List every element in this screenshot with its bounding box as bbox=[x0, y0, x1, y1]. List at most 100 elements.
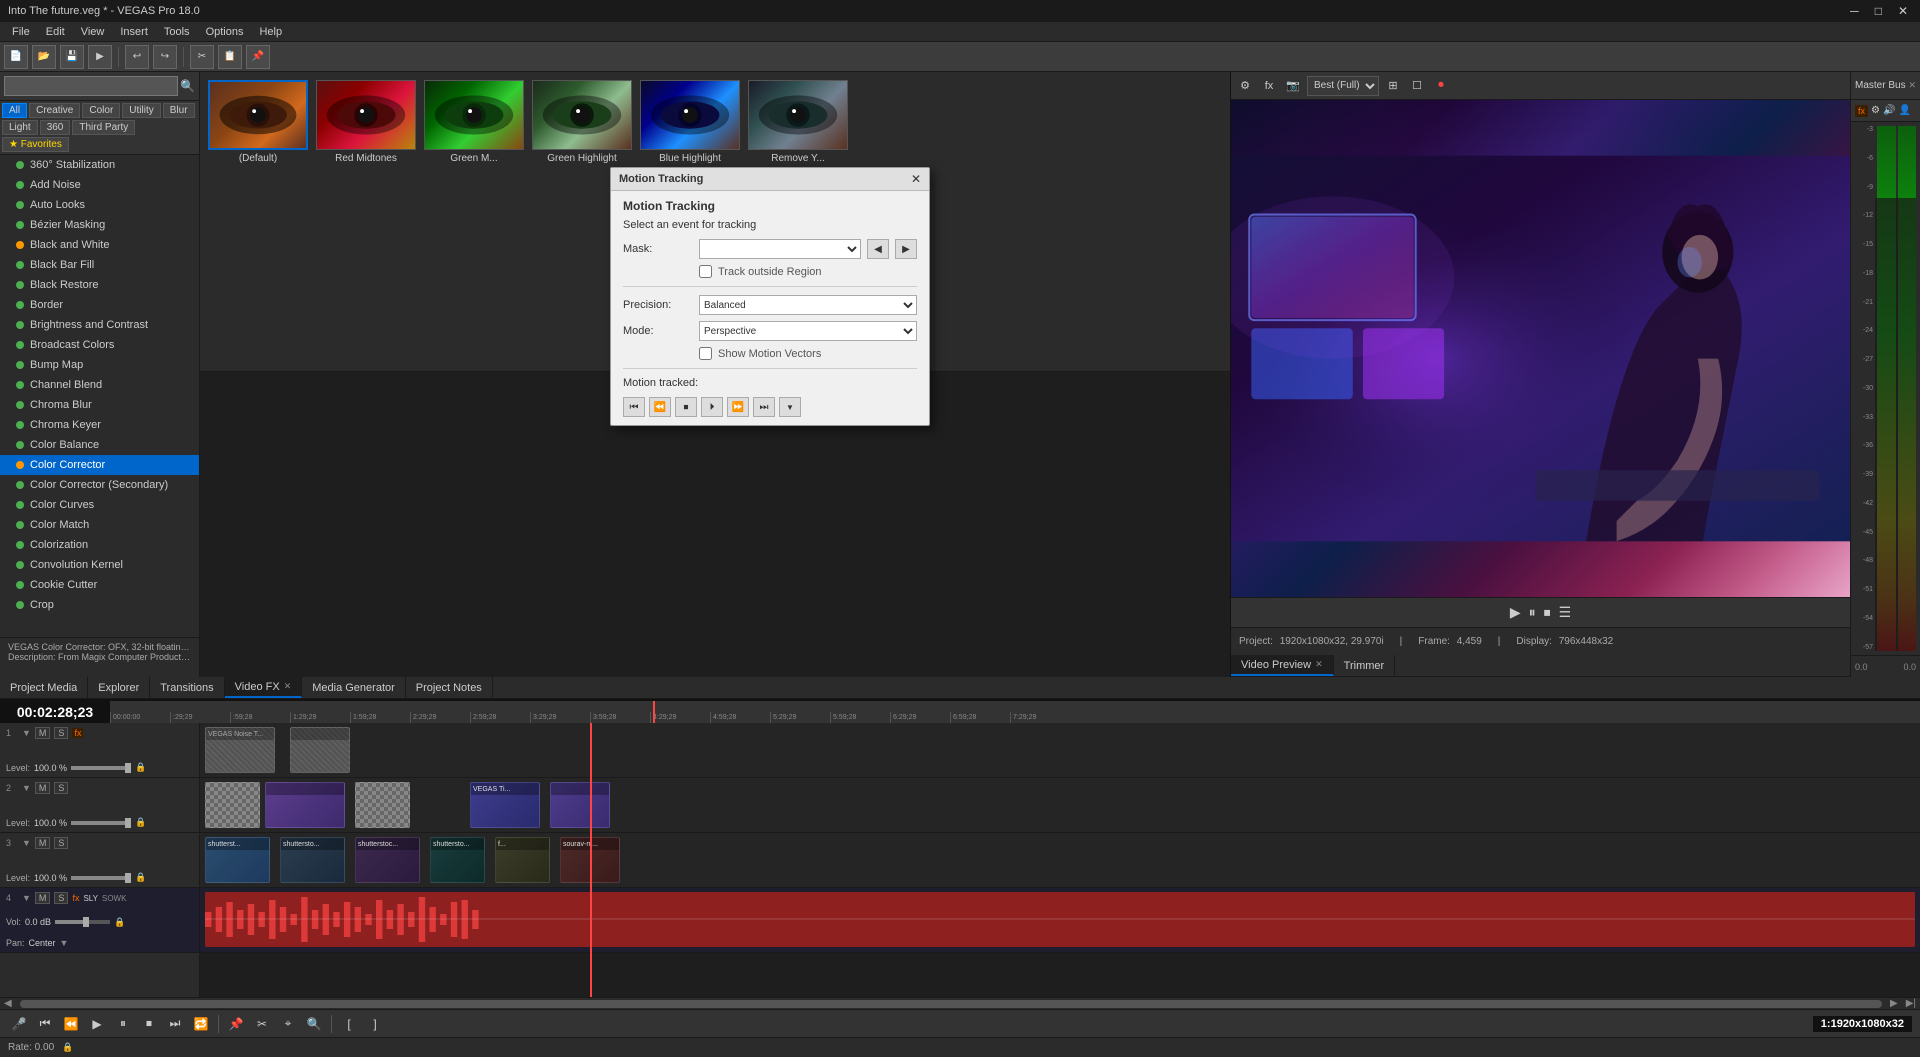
thumbnail-green-highlight[interactable]: Green Highlight bbox=[532, 80, 632, 164]
track3-expand-icon[interactable]: ▼ bbox=[22, 838, 31, 848]
filter-utility[interactable]: Utility bbox=[122, 103, 160, 118]
preview-quality-select[interactable]: Best (Full) Draft Preview bbox=[1307, 76, 1379, 96]
scroll-end-btn[interactable]: ▶| bbox=[1902, 998, 1920, 1009]
search-icon[interactable]: 🔍 bbox=[180, 79, 195, 93]
mt-mask-btn1[interactable]: ◀ bbox=[867, 239, 889, 259]
mt-track-outside-checkbox[interactable] bbox=[699, 265, 712, 278]
preview-tab-close[interactable]: ✕ bbox=[1315, 659, 1323, 670]
audio-mute-btn[interactable]: M bbox=[35, 892, 51, 904]
mt-close-btn[interactable]: ✕ bbox=[911, 172, 921, 186]
minimize-btn[interactable]: ─ bbox=[1846, 4, 1863, 18]
copy-btn[interactable]: 📋 bbox=[218, 45, 242, 69]
noise-clip2[interactable] bbox=[290, 727, 350, 773]
preview-settings-btn[interactable]: ⚙ bbox=[1235, 76, 1255, 96]
master-fx-btn[interactable]: fx bbox=[1855, 105, 1868, 117]
undo-btn[interactable]: ↩ bbox=[125, 45, 149, 69]
filter-light[interactable]: Light bbox=[2, 120, 38, 135]
checker-clip2[interactable] bbox=[355, 782, 410, 828]
bt-rewind-btn[interactable]: ⏪ bbox=[60, 1013, 82, 1035]
bt-pause-btn[interactable]: ⏸ bbox=[112, 1013, 134, 1035]
timeline-scrollbar[interactable]: ◀ ▶ ▶| bbox=[0, 997, 1920, 1009]
effect-item[interactable]: Border bbox=[0, 295, 199, 315]
effect-item[interactable]: Cookie Cutter bbox=[0, 575, 199, 595]
mt-end-btn[interactable]: ⏭ bbox=[753, 397, 775, 417]
timeline-ruler[interactable]: 00:00:00 :29;29 :59;28 1:29;29 1:59;28 2… bbox=[110, 701, 1920, 723]
filter-third-party[interactable]: Third Party bbox=[72, 120, 135, 135]
tab-trimmer[interactable]: Trimmer bbox=[1334, 655, 1396, 676]
video-clip-e[interactable]: f... bbox=[495, 837, 550, 883]
effect-brightness-contrast[interactable]: Brightness and Contrast bbox=[0, 315, 199, 335]
track2-lock-icon[interactable]: 🔒 bbox=[135, 817, 146, 828]
track1-slider[interactable] bbox=[71, 766, 131, 770]
filter-360[interactable]: 360 bbox=[40, 120, 71, 135]
track2-expand-icon[interactable]: ▼ bbox=[22, 783, 31, 793]
thumbnail-default[interactable]: (Default) bbox=[208, 80, 308, 164]
mt-prev-btn[interactable]: ⏹ bbox=[675, 397, 697, 417]
tab-transitions[interactable]: Transitions bbox=[150, 677, 224, 698]
mt-mask-btn2[interactable]: ▶ bbox=[895, 239, 917, 259]
effect-color-match[interactable]: Color Match bbox=[0, 515, 199, 535]
track3-lock-icon[interactable]: 🔒 bbox=[135, 872, 146, 883]
track2-solo-btn[interactable]: S bbox=[54, 782, 68, 794]
mt-precision-select[interactable]: Low Balanced High bbox=[699, 295, 917, 315]
track3-slider[interactable] bbox=[71, 876, 131, 880]
bt-envelope-btn[interactable]: ⌖ bbox=[277, 1013, 299, 1035]
audio-clip[interactable] bbox=[205, 892, 1915, 947]
new-btn[interactable]: 📄 bbox=[4, 45, 28, 69]
stop-btn[interactable]: ⏹ bbox=[1544, 604, 1551, 621]
video-fx-tab-close[interactable]: ✕ bbox=[284, 681, 292, 692]
video-clip2[interactable]: VEGAS Ti... bbox=[470, 782, 540, 828]
tab-video-fx[interactable]: Video FX ✕ bbox=[225, 677, 303, 698]
thumbnail-green[interactable]: Green M... bbox=[424, 80, 524, 164]
redo-btn[interactable]: ↪ bbox=[153, 45, 177, 69]
track2-slider[interactable] bbox=[71, 821, 131, 825]
track2-mute-btn[interactable]: M bbox=[35, 782, 51, 794]
mt-next-btn[interactable]: ⏩ bbox=[727, 397, 749, 417]
vol-lock-icon[interactable]: 🔒 bbox=[114, 917, 125, 928]
menu-edit[interactable]: Edit bbox=[38, 22, 73, 41]
preview-fx-btn[interactable]: fx bbox=[1259, 76, 1279, 96]
bt-next-frame-btn[interactable]: ⏭ bbox=[164, 1013, 186, 1035]
scroll-left-btn[interactable]: ◀ bbox=[0, 998, 16, 1009]
menu-tools[interactable]: Tools bbox=[156, 22, 198, 41]
bt-play-btn[interactable]: ▶ bbox=[86, 1013, 108, 1035]
close-btn[interactable]: ✕ bbox=[1894, 4, 1912, 18]
menu-file[interactable]: File bbox=[4, 22, 38, 41]
vol-slider[interactable] bbox=[55, 920, 110, 924]
effect-broadcast-colors[interactable]: Broadcast Colors bbox=[0, 335, 199, 355]
open-btn[interactable]: 📂 bbox=[32, 45, 56, 69]
mt-mask-select[interactable] bbox=[699, 239, 861, 259]
effect-item[interactable]: Color Balance bbox=[0, 435, 199, 455]
bt-mark-out-btn[interactable]: ] bbox=[364, 1013, 386, 1035]
audio-expand-icon[interactable]: ▼ bbox=[22, 893, 31, 903]
mt-play-btn[interactable]: ⏮ bbox=[623, 397, 645, 417]
mt-show-vectors-checkbox[interactable] bbox=[699, 347, 712, 360]
bt-loop-btn[interactable]: 🔁 bbox=[190, 1013, 212, 1035]
bt-mark-in-btn[interactable]: [ bbox=[338, 1013, 360, 1035]
bt-edit-btn[interactable]: ✂ bbox=[251, 1013, 273, 1035]
thumbnail-blue-highlight[interactable]: Blue Highlight bbox=[640, 80, 740, 164]
effect-item[interactable]: Colorization bbox=[0, 535, 199, 555]
audio-solo-btn[interactable]: S bbox=[54, 892, 68, 904]
video-clip-a[interactable]: shutterst... bbox=[205, 837, 270, 883]
thumbnail-red-midtones[interactable]: Red Midtones bbox=[316, 80, 416, 164]
menu-options[interactable]: Options bbox=[198, 22, 252, 41]
effect-item[interactable]: Bump Map bbox=[0, 355, 199, 375]
track1-mute-btn[interactable]: M bbox=[35, 727, 51, 739]
track3-mute-btn[interactable]: M bbox=[35, 837, 51, 849]
menu-view[interactable]: View bbox=[73, 22, 113, 41]
tab-project-media[interactable]: Project Media bbox=[0, 677, 88, 698]
effect-item[interactable]: 360° Stabilization bbox=[0, 155, 199, 175]
tab-explorer[interactable]: Explorer bbox=[88, 677, 150, 698]
play-btn[interactable]: ▶ bbox=[1510, 604, 1521, 621]
cut-btn[interactable]: ✂ bbox=[190, 45, 214, 69]
effect-item[interactable]: Add Noise bbox=[0, 175, 199, 195]
filter-favorites[interactable]: ★ Favorites bbox=[2, 137, 69, 152]
maximize-btn[interactable]: □ bbox=[1871, 4, 1886, 18]
effect-item[interactable]: Crop bbox=[0, 595, 199, 615]
effect-item[interactable]: Channel Blend bbox=[0, 375, 199, 395]
rate-lock-icon[interactable]: 🔒 bbox=[62, 1042, 73, 1053]
mt-stop-btn[interactable]: ⏵ bbox=[701, 397, 723, 417]
menu-btn[interactable]: ☰ bbox=[1559, 604, 1572, 621]
preview-safe-btn[interactable]: ☐ bbox=[1407, 76, 1427, 96]
